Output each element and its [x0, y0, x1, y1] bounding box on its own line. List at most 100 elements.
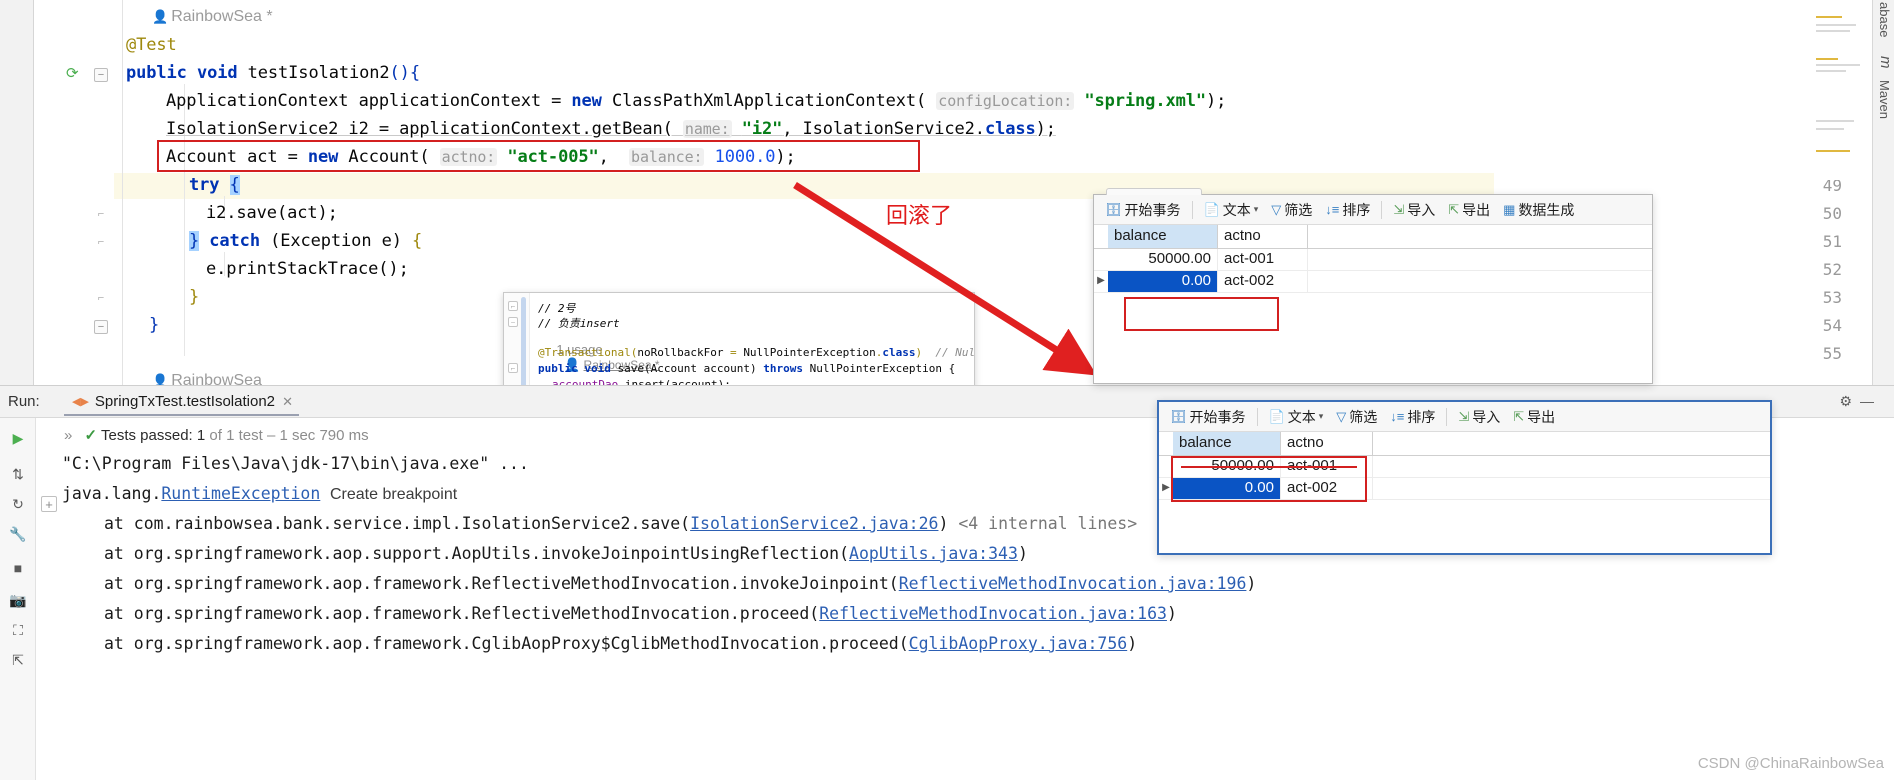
sort-label: 排序	[1342, 201, 1371, 218]
close-icon[interactable]: ✕	[282, 394, 293, 410]
cell-balance[interactable]: 50000.00	[1108, 249, 1218, 270]
run-tab-spring-tx-test[interactable]: ◀▶ SpringTxTest.testIsolation2 ✕	[64, 388, 300, 416]
column-header-balance[interactable]: balance	[1173, 432, 1281, 455]
table-row[interactable]: ▶ 0.00 act-002	[1094, 271, 1652, 293]
console-exception-line[interactable]: java.lang.RuntimeException	[62, 484, 320, 503]
chevron-right-icon[interactable]: »	[64, 427, 72, 444]
column-header-balance[interactable]: balance	[1108, 225, 1218, 248]
code-line-48[interactable]: Account act = new Account( actno: "act-0…	[166, 147, 796, 167]
code-line-54[interactable]: }	[149, 315, 159, 335]
console-frame-line[interactable]: at com.rainbowsea.bank.service.impl.Isol…	[104, 514, 1137, 533]
fold-toggle[interactable]: −	[94, 320, 108, 334]
expand-icon[interactable]: ⛶	[8, 620, 28, 640]
import-button[interactable]: ⇲ 导入	[1388, 198, 1440, 222]
console-command-line[interactable]: "C:\Program Files\Java\jdk-17\bin\java.e…	[62, 454, 529, 473]
export-icon[interactable]: ⇱	[8, 650, 28, 670]
sort-button[interactable]: ↓≡ 排序	[1385, 405, 1440, 429]
chevron-down-icon[interactable]: ▾	[1254, 204, 1259, 215]
console-frame-line[interactable]: at org.springframework.aop.framework.Ref…	[104, 604, 1177, 623]
minimize-icon[interactable]: —	[1860, 393, 1874, 409]
line-number: 52	[1822, 260, 1842, 279]
screenshot-icon[interactable]: 📷	[8, 590, 28, 610]
text-icon: 📄	[1268, 408, 1285, 424]
start-transaction-button[interactable]: 🗄 开始事务	[1165, 405, 1251, 429]
database-panel-bottom[interactable]: 🗄 开始事务 📄 文本 ▾ ▽ 筛选 ↓≡ 排序 ⇲ 导入 ⇱ 导出 balance actn…	[1157, 400, 1772, 555]
export-button[interactable]: ⇱ 导出	[1443, 198, 1495, 222]
import-button[interactable]: ⇲ 导入	[1453, 405, 1505, 429]
fold-toggle[interactable]: ⌐	[94, 208, 108, 222]
person-icon: 👤	[152, 9, 169, 24]
expand-stacktrace-icon[interactable]: +	[41, 496, 57, 512]
popup-fold-toggle[interactable]: ⌐	[508, 301, 518, 311]
console-frame-line[interactable]: at org.springframework.aop.framework.Ref…	[104, 574, 1256, 593]
popup-comment-1: // 2号	[538, 302, 576, 315]
filter-button[interactable]: ▽ 筛选	[1331, 405, 1382, 429]
code-line-50[interactable]: i2.save(act);	[206, 203, 338, 223]
cell-balance-selected[interactable]: 0.00	[1108, 271, 1218, 292]
test-run-icon: ◀▶	[72, 395, 89, 408]
watermark-text: CSDN @ChinaRainbowSea	[1697, 755, 1884, 772]
popup-scrollbar[interactable]	[521, 297, 526, 393]
filter-button[interactable]: ▽ 筛选	[1266, 198, 1317, 222]
fold-toggle[interactable]: ⌐	[94, 292, 108, 306]
database-tab-label[interactable]: abase	[1877, 2, 1892, 37]
rerun-green-icon[interactable]: ▶	[8, 428, 28, 448]
chevron-down-icon[interactable]: ▾	[1319, 411, 1324, 422]
popup-fold-toggle[interactable]: ⌐	[508, 363, 518, 373]
editor-minimap[interactable]	[1812, 0, 1870, 180]
code-line-46[interactable]: ApplicationContext applicationContext = …	[166, 91, 1226, 111]
column-header-actno[interactable]: actno	[1218, 225, 1308, 248]
table-row[interactable]: ▶ 0.00 act-002	[1159, 478, 1770, 500]
author-inlay: 👤 RainbowSea *	[152, 8, 273, 26]
popup-signature[interactable]: public void save(Account account) throws…	[538, 362, 955, 375]
maven-tab-label[interactable]: Maven	[1877, 80, 1892, 119]
filter-tests-icon[interactable]: ⇅	[8, 464, 28, 484]
cell-balance-selected[interactable]: 0.00	[1173, 478, 1281, 499]
console-frame-line[interactable]: at org.springframework.aop.framework.Cgl…	[104, 634, 1137, 653]
console-fold-sidebar[interactable]: +	[36, 418, 62, 780]
author-inlay-bottom: 👤 RainbowSea	[152, 372, 262, 385]
frame-link: ReflectiveMethodInvocation.java:163	[819, 604, 1167, 623]
popup-annotation-line[interactable]: @Transactional(noRollbackFor = NullPoint…	[538, 346, 974, 359]
db-grid-top[interactable]: balance actno 50000.00 act-001 ▶ 0.00 ac…	[1094, 225, 1652, 383]
code-line-52[interactable]: e.printStackTrace();	[206, 259, 409, 279]
console-frame-line[interactable]: at org.springframework.aop.support.AopUt…	[104, 544, 1028, 563]
import-icon: ⇲	[1393, 201, 1405, 217]
db-toolbar-top[interactable]: 🗄 开始事务 📄 文本 ▾ ▽ 筛选 ↓≡ 排序 ⇲ 导入 ⇱ 导出 ▦ 数据生成	[1094, 195, 1652, 225]
test-settings-icon[interactable]: 🔧	[8, 524, 28, 544]
db-toolbar-bottom[interactable]: 🗄 开始事务 📄 文本 ▾ ▽ 筛选 ↓≡ 排序 ⇲ 导入 ⇱ 导出	[1159, 402, 1770, 432]
sort-button[interactable]: ↓≡ 排序	[1320, 198, 1375, 222]
import-icon: ⇲	[1458, 408, 1470, 424]
run-test-gutter-icon[interactable]: ⟳	[66, 64, 79, 82]
table-row[interactable]: 50000.00 act-001	[1094, 249, 1652, 271]
author-name-bottom: RainbowSea	[171, 372, 262, 385]
row-marker: ▶	[1097, 275, 1105, 286]
popup-fold-toggle[interactable]: −	[508, 317, 518, 327]
stop-icon[interactable]: ■	[8, 558, 28, 578]
export-label: 导出	[1462, 201, 1491, 218]
text-view-button[interactable]: 📄 文本 ▾	[1199, 198, 1264, 222]
code-line-51[interactable]: } catch (Exception e) {	[189, 231, 422, 251]
text-view-button[interactable]: 📄 文本 ▾	[1264, 405, 1329, 429]
data-generation-button[interactable]: ▦ 数据生成	[1498, 198, 1579, 222]
text-view-label: 文本	[1287, 408, 1316, 425]
cell-actno[interactable]: act-002	[1281, 478, 1373, 499]
code-line-45[interactable]: public void testIsolation2(){	[126, 63, 420, 83]
fold-toggle[interactable]: −	[94, 68, 108, 82]
db-grid-bottom[interactable]: balance actno 50000.00 act-001 ▶ 0.00 ac…	[1159, 432, 1770, 553]
settings-gear-icon[interactable]: ⚙	[1839, 393, 1852, 410]
cell-actno[interactable]: act-001	[1218, 249, 1308, 270]
start-transaction-button[interactable]: 🗄 开始事务	[1100, 198, 1186, 222]
run-action-sidebar[interactable]: ▶ ⇅ ↻ 🔧 ■ 📷 ⛶ ⇱	[0, 418, 36, 780]
code-line-47[interactable]: IsolationService2 i2 = applicationContex…	[166, 119, 1056, 139]
rerun-failed-icon[interactable]: ↻	[8, 494, 28, 514]
column-header-actno[interactable]: actno	[1281, 432, 1373, 455]
database-panel-top[interactable]: 🗄 开始事务 📄 文本 ▾ ▽ 筛选 ↓≡ 排序 ⇲ 导入 ⇱ 导出 ▦ 数据生成 balanc…	[1093, 188, 1653, 384]
code-line-44[interactable]: @Test	[126, 35, 177, 55]
frame-text: at org.springframework.aop.framework.Ref…	[104, 574, 899, 593]
cell-actno[interactable]: act-002	[1218, 271, 1308, 292]
export-button[interactable]: ⇱ 导出	[1508, 405, 1560, 429]
code-line-53[interactable]: }	[189, 287, 199, 307]
code-line-49[interactable]: try {	[189, 175, 240, 195]
fold-toggle[interactable]: ⌐	[94, 236, 108, 250]
